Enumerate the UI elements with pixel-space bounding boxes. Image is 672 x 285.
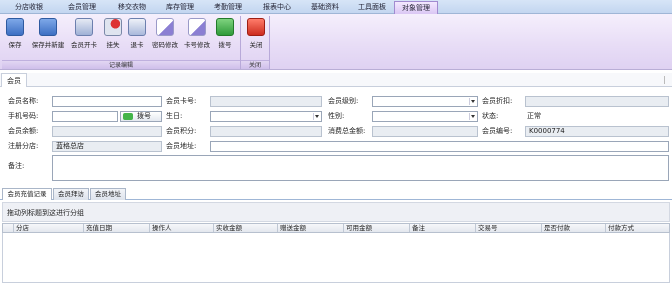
total-spent-label: 消费总金额: — [328, 127, 366, 135]
branch-field[interactable]: 蓝格总店 — [52, 141, 162, 152]
points-label: 会员积分: — [166, 127, 197, 135]
member-name-label: 会员名称: — [8, 97, 39, 105]
member-name-field[interactable] — [52, 96, 162, 107]
report-loss-button[interactable]: 挂失 — [102, 18, 124, 58]
phone-icon — [123, 113, 133, 120]
close-button[interactable]: 关闭 — [245, 18, 267, 58]
tab-recharge-records[interactable]: 会员充值记录 — [2, 188, 52, 200]
discount-field[interactable] — [525, 96, 669, 107]
chevron-down-icon[interactable] — [469, 113, 476, 120]
balance-field[interactable] — [52, 126, 162, 137]
open-card-button[interactable]: 会员开卡 — [68, 18, 100, 58]
birthday-select[interactable] — [210, 111, 322, 122]
tab-object-management[interactable]: 对象管理 — [394, 1, 438, 15]
total-spent-field[interactable] — [372, 126, 478, 137]
return-card-icon — [128, 18, 146, 36]
top-tab-bar: 分店收银 会员管理 移交衣物 库存管理 考勤管理 报表中心 基础资料 工具面板 … — [0, 0, 672, 15]
column-header-recharge-date[interactable]: 充值日期 — [83, 224, 149, 232]
status-label: 状态: — [482, 112, 499, 120]
panel-header: 会员 — [0, 73, 672, 87]
member-number-field[interactable]: K0000774 — [525, 126, 669, 137]
save-and-new-button[interactable]: 保存并新建 — [28, 18, 68, 58]
phone-icon — [216, 18, 234, 36]
tab-member-addresses[interactable]: 会员地址 — [90, 188, 126, 200]
tab-member-management[interactable]: 会员管理 — [58, 1, 106, 14]
group-by-hint: 拖动列标题到这进行分组 — [7, 209, 84, 217]
column-header-received-amount[interactable]: 实收金额 — [213, 224, 277, 232]
tab-transfer-clothes[interactable]: 移交衣物 — [108, 1, 156, 14]
panel-tab-member[interactable]: 会员 — [1, 73, 27, 87]
chevron-down-icon[interactable] — [469, 98, 476, 105]
tab-tool-panel[interactable]: 工具面板 — [350, 1, 394, 14]
save-new-icon — [39, 18, 57, 36]
tab-member-visits[interactable]: 会员拜访 — [53, 188, 89, 200]
ribbon-group-separator — [269, 16, 270, 69]
tab-report-center[interactable]: 报表中心 — [252, 1, 302, 14]
column-header-is-paid[interactable]: 是否付款 — [541, 224, 605, 232]
grid-body[interactable] — [2, 233, 670, 283]
points-field[interactable] — [210, 126, 322, 137]
status-value: 正常 — [527, 112, 541, 120]
return-card-button[interactable]: 退卡 — [126, 18, 148, 58]
balance-label: 会员余额: — [8, 127, 39, 135]
column-header-payment-method[interactable]: 付款方式 — [605, 224, 669, 232]
sub-tab-bar: 会员充值记录 会员拜访 会员地址 — [0, 188, 672, 200]
gender-select[interactable] — [372, 111, 478, 122]
column-header-operator[interactable]: 操作人 — [149, 224, 213, 232]
edit-card-number-button[interactable]: 卡号修改 — [182, 18, 212, 58]
tab-attendance[interactable]: 考勤管理 — [204, 1, 252, 14]
card-number-label: 会员卡号: — [166, 97, 197, 105]
branch-label: 注册分店: — [8, 142, 39, 150]
grid-header: 分店 充值日期 操作人 实收金额 赠送金额 可用金额 备注 交易号 是否付款 付… — [2, 223, 670, 233]
remark-label: 备注: — [8, 162, 25, 170]
discount-label: 会员折扣: — [482, 97, 513, 105]
column-header-remark[interactable]: 备注 — [409, 224, 475, 232]
open-card-icon — [75, 18, 93, 36]
gender-label: 性别: — [328, 112, 345, 120]
edit-cardno-icon — [188, 18, 206, 36]
ribbon: 保存 保存并新建 会员开卡 挂失 退卡 密码修改 卡号修改 拨号 关闭 记录编辑… — [0, 14, 672, 70]
column-header-transaction-number[interactable]: 交易号 — [475, 224, 541, 232]
save-icon — [6, 18, 24, 36]
group-by-panel[interactable]: 拖动列标题到这进行分组 — [2, 202, 670, 222]
card-number-field[interactable] — [210, 96, 322, 107]
remark-textarea[interactable] — [52, 155, 669, 181]
column-header-branch[interactable]: 分店 — [13, 224, 83, 232]
dial-phone-button[interactable]: 拨号 — [120, 111, 162, 122]
ribbon-group-record-edit: 记录编辑 — [2, 60, 240, 69]
chevron-down-icon[interactable] — [313, 113, 320, 120]
tab-branch-cashier[interactable]: 分店收银 — [2, 1, 56, 14]
save-button[interactable]: 保存 — [4, 18, 26, 58]
member-level-label: 会员级别: — [328, 97, 359, 105]
birthday-label: 生日: — [166, 112, 183, 120]
address-field[interactable] — [210, 141, 669, 152]
address-label: 会员地址: — [166, 142, 197, 150]
ribbon-group-close: 关闭 — [241, 60, 269, 69]
column-header-bonus-amount[interactable]: 赠送金额 — [277, 224, 343, 232]
report-loss-icon — [104, 18, 122, 36]
dial-button[interactable]: 拨号 — [214, 18, 236, 58]
member-level-select[interactable] — [372, 96, 478, 107]
edit-password-icon — [156, 18, 174, 36]
phone-field[interactable] — [52, 111, 118, 122]
member-number-label: 会员编号: — [482, 127, 513, 135]
column-header-available-amount[interactable]: 可用金额 — [343, 224, 409, 232]
close-icon — [247, 18, 265, 36]
grid-indicator-column — [3, 224, 13, 232]
panel-scroll-stub — [664, 76, 670, 84]
tab-basic-data[interactable]: 基础资料 — [302, 1, 348, 14]
tab-inventory[interactable]: 库存管理 — [156, 1, 204, 14]
edit-password-button[interactable]: 密码修改 — [150, 18, 180, 58]
phone-label: 手机号码: — [8, 112, 39, 120]
